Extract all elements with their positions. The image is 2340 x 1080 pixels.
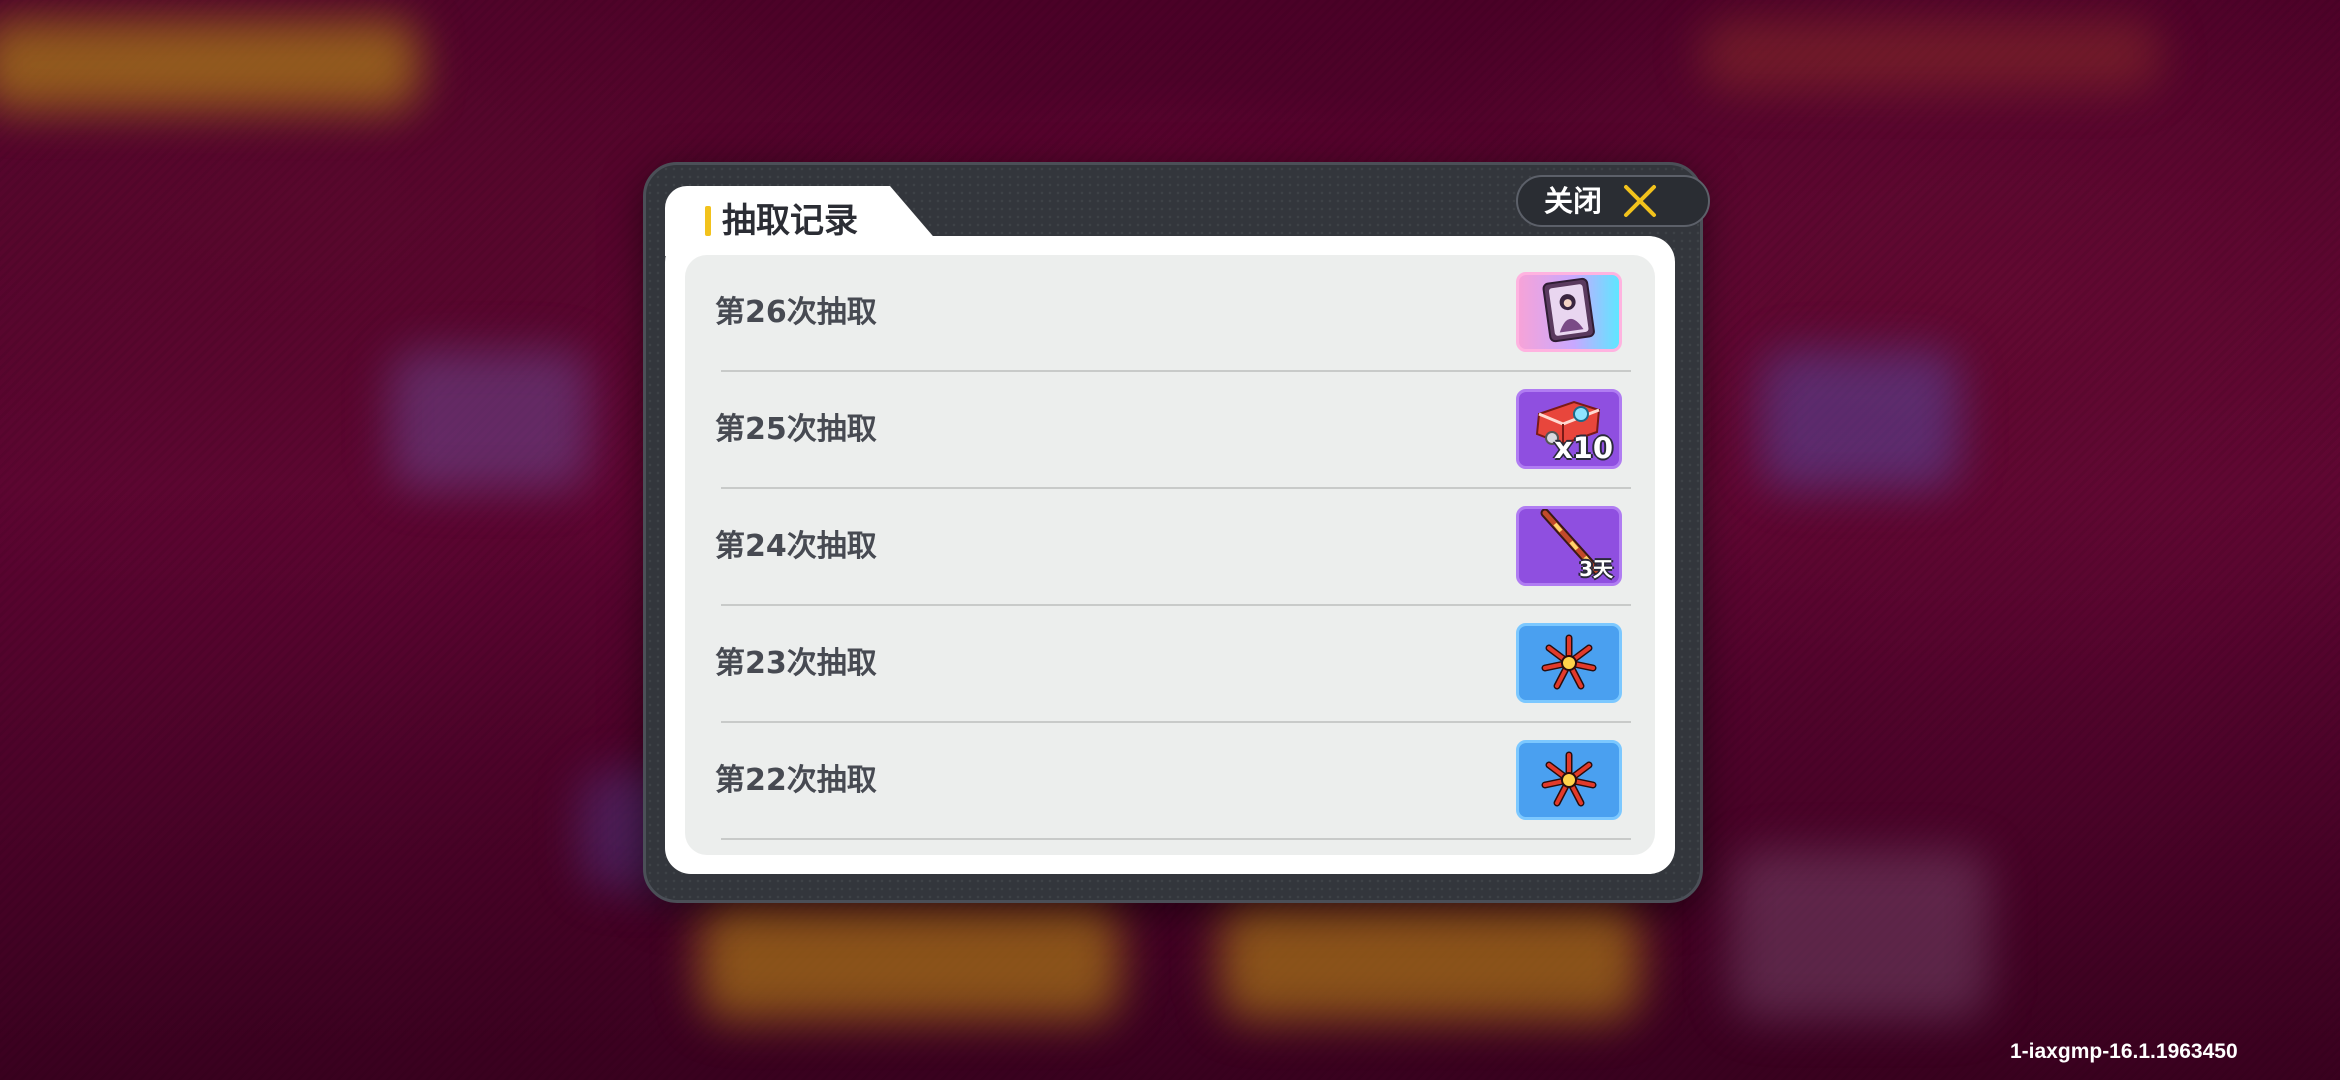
item-slot[interactable] [1516, 740, 1622, 820]
list-item: 第25次抽取 x10 [685, 372, 1655, 489]
list-item: 第24次抽取 3天 [685, 489, 1655, 606]
dialog-title: 抽取记录 [722, 201, 858, 241]
list-item: 第23次抽取 [685, 606, 1655, 723]
item-quantity: x10 [1553, 431, 1613, 465]
item-slot[interactable] [1516, 623, 1622, 703]
list-item: 第26次抽取 [685, 255, 1655, 372]
close-button-label: 关闭 [1544, 184, 1603, 218]
firework-icon [1541, 751, 1597, 807]
blurred-background-element [0, 20, 420, 110]
record-label: 第22次抽取 [715, 763, 877, 798]
blurred-background-element [1760, 350, 1960, 490]
item-slot[interactable]: 3天 [1516, 506, 1622, 586]
item-duration: 3天 [1579, 557, 1613, 581]
blurred-background-element [1730, 850, 1990, 1020]
draw-record-list[interactable]: 第26次抽取 第25次抽取 x10 第24次抽取 3天 第23次抽取 第22次抽… [685, 255, 1655, 855]
firework-icon [1541, 634, 1597, 690]
blurred-background-element [390, 350, 590, 490]
blurred-background-element [700, 900, 1120, 1020]
title-accent-bar [705, 206, 711, 236]
record-label: 第23次抽取 [715, 646, 877, 681]
version-label: 1-iaxgmp-16.1.1963450 [2010, 1040, 2238, 1063]
row-divider [721, 838, 1631, 840]
close-button[interactable]: 关闭 [1516, 175, 1710, 227]
blurred-background-element [1220, 900, 1640, 1020]
record-label: 第24次抽取 [715, 529, 877, 564]
close-x-icon[interactable] [1622, 183, 1658, 219]
record-label: 第26次抽取 [715, 295, 877, 330]
blurred-background-element [1700, 20, 2160, 90]
record-label: 第25次抽取 [715, 412, 877, 447]
item-slot[interactable]: x10 [1516, 389, 1622, 469]
character-card-icon [1542, 277, 1595, 343]
item-slot[interactable] [1516, 272, 1622, 352]
list-item: 第22次抽取 [685, 723, 1655, 840]
